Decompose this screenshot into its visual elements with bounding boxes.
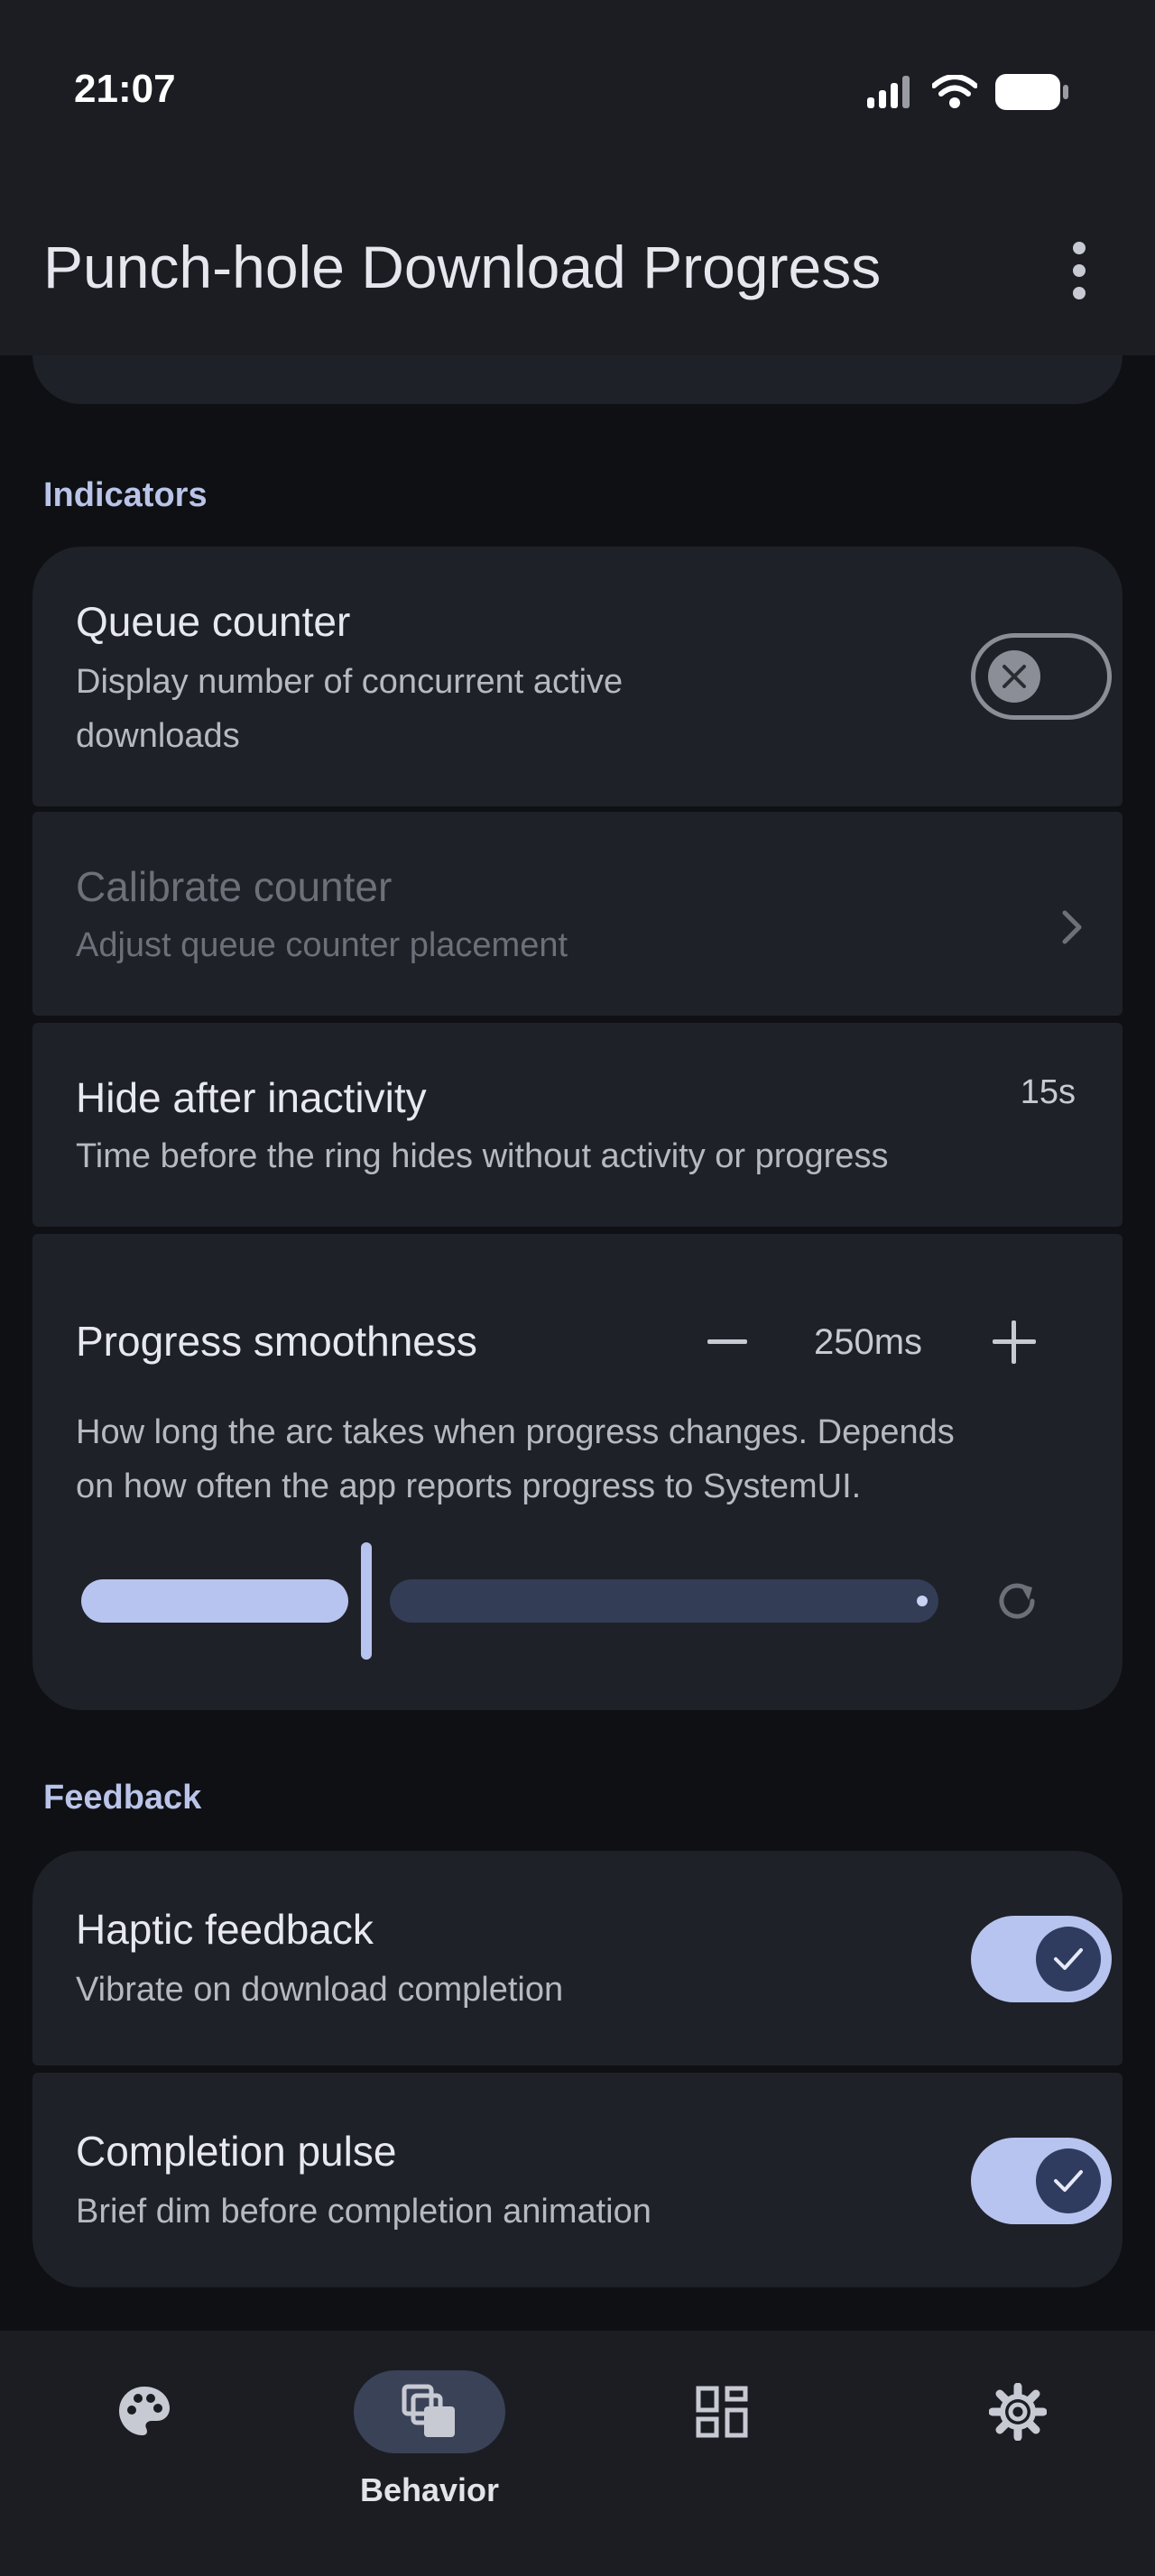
wifi-icon xyxy=(932,75,977,108)
plus-icon xyxy=(993,1320,1036,1364)
reset-icon[interactable] xyxy=(993,1577,1041,1625)
bottom-navigation: Behavior xyxy=(0,2331,1155,2576)
queue-counter-subtitle: Display number of concurrent active down… xyxy=(76,655,623,763)
queue-counter-toggle[interactable] xyxy=(971,633,1112,720)
hide-after-inactivity-row[interactable]: Hide after inactivity Time before the ri… xyxy=(32,1023,1123,1227)
nav-label-behavior: Behavior xyxy=(359,2471,500,2508)
completion-pulse-row[interactable]: Completion pulse Brief dim before comple… xyxy=(32,2073,1123,2287)
haptic-feedback-toggle[interactable] xyxy=(971,1916,1112,2002)
behavior-icon xyxy=(402,2384,455,2437)
chevron-right-icon xyxy=(1062,910,1082,944)
slider-thumb[interactable] xyxy=(361,1542,372,1660)
close-icon xyxy=(1003,665,1026,688)
toggle-knob xyxy=(988,650,1040,703)
calibrate-counter-title: Calibrate counter xyxy=(76,863,393,910)
check-icon xyxy=(1054,1948,1083,1970)
previous-card-bottom xyxy=(32,355,1123,404)
haptic-feedback-title: Haptic feedback xyxy=(76,1906,374,1953)
haptic-feedback-subtitle: Vibrate on download completion xyxy=(76,1971,564,2009)
hide-after-inactivity-value: 15s xyxy=(1020,1073,1076,1111)
page-title: Punch-hole Download Progress xyxy=(43,234,882,300)
section-header-indicators: Indicators xyxy=(43,476,208,514)
status-bar: 21:07 xyxy=(0,0,1155,180)
queue-counter-title: Queue counter xyxy=(76,598,351,645)
queue-counter-subtitle-line2: downloads xyxy=(76,717,240,755)
queue-counter-row[interactable]: Queue counter Display number of concurre… xyxy=(32,547,1123,806)
smoothness-value: 250ms xyxy=(814,1322,923,1362)
toggle-knob xyxy=(1036,1927,1101,1992)
progress-smoothness-description: How long the arc takes when progress cha… xyxy=(76,1405,955,1513)
progress-smoothness-description-line2: on how often the app reports progress to… xyxy=(76,1467,862,1505)
minus-icon xyxy=(707,1339,747,1344)
nav-icon-container xyxy=(646,2370,798,2453)
nav-icon-container-active xyxy=(354,2370,505,2453)
status-time: 21:07 xyxy=(74,67,176,111)
queue-counter-subtitle-line1: Display number of concurrent active xyxy=(76,663,624,701)
nav-icon-container xyxy=(69,2370,220,2453)
more-vert-icon xyxy=(1073,242,1086,254)
check-icon xyxy=(1054,2170,1083,2192)
section-header-feedback: Feedback xyxy=(43,1779,202,1817)
more-vert-icon-dot xyxy=(1073,264,1086,277)
toggle-knob xyxy=(1036,2148,1101,2213)
nav-item-settings[interactable] xyxy=(873,2331,1155,2576)
progress-smoothness-description-line1: How long the arc takes when progress cha… xyxy=(76,1413,955,1451)
more-vert-icon-dot xyxy=(1073,287,1086,299)
nav-item-widgets[interactable] xyxy=(578,2331,866,2576)
slider-stop-indicator xyxy=(917,1596,928,1606)
cell-signal-icon xyxy=(867,76,910,108)
decrease-button[interactable] xyxy=(700,1315,754,1369)
slider-active-track xyxy=(81,1579,348,1623)
widgets-icon xyxy=(696,2386,748,2438)
battery-icon xyxy=(995,74,1068,110)
hide-after-inactivity-subtitle: Time before the ring hides without activ… xyxy=(76,1137,889,1175)
more-options-button[interactable] xyxy=(1058,242,1101,299)
increase-button[interactable] xyxy=(987,1315,1041,1369)
nav-icon-container xyxy=(942,2370,1094,2453)
status-icons xyxy=(865,74,1069,110)
calibrate-counter-subtitle: Adjust queue counter placement xyxy=(76,926,568,964)
completion-pulse-subtitle: Brief dim before completion animation xyxy=(76,2193,651,2231)
slider-inactive-track xyxy=(390,1579,938,1623)
nav-item-behavior[interactable]: Behavior xyxy=(285,2331,574,2576)
nav-item-appearance[interactable] xyxy=(0,2331,289,2576)
completion-pulse-title: Completion pulse xyxy=(76,2128,397,2175)
top-app-bar: 21:07 Punch-hole Download Progress xyxy=(0,0,1155,355)
gear-icon xyxy=(989,2383,1047,2441)
hide-after-inactivity-title: Hide after inactivity xyxy=(76,1074,427,1121)
calibrate-counter-row[interactable]: Calibrate counter Adjust queue counter p… xyxy=(32,812,1123,1016)
progress-smoothness-title: Progress smoothness xyxy=(76,1318,477,1365)
completion-pulse-toggle[interactable] xyxy=(971,2138,1112,2224)
progress-smoothness-card: Progress smoothness 250ms How long the a… xyxy=(32,1234,1123,1710)
haptic-feedback-row[interactable]: Haptic feedback Vibrate on download comp… xyxy=(32,1851,1123,2065)
palette-icon xyxy=(119,2387,170,2435)
